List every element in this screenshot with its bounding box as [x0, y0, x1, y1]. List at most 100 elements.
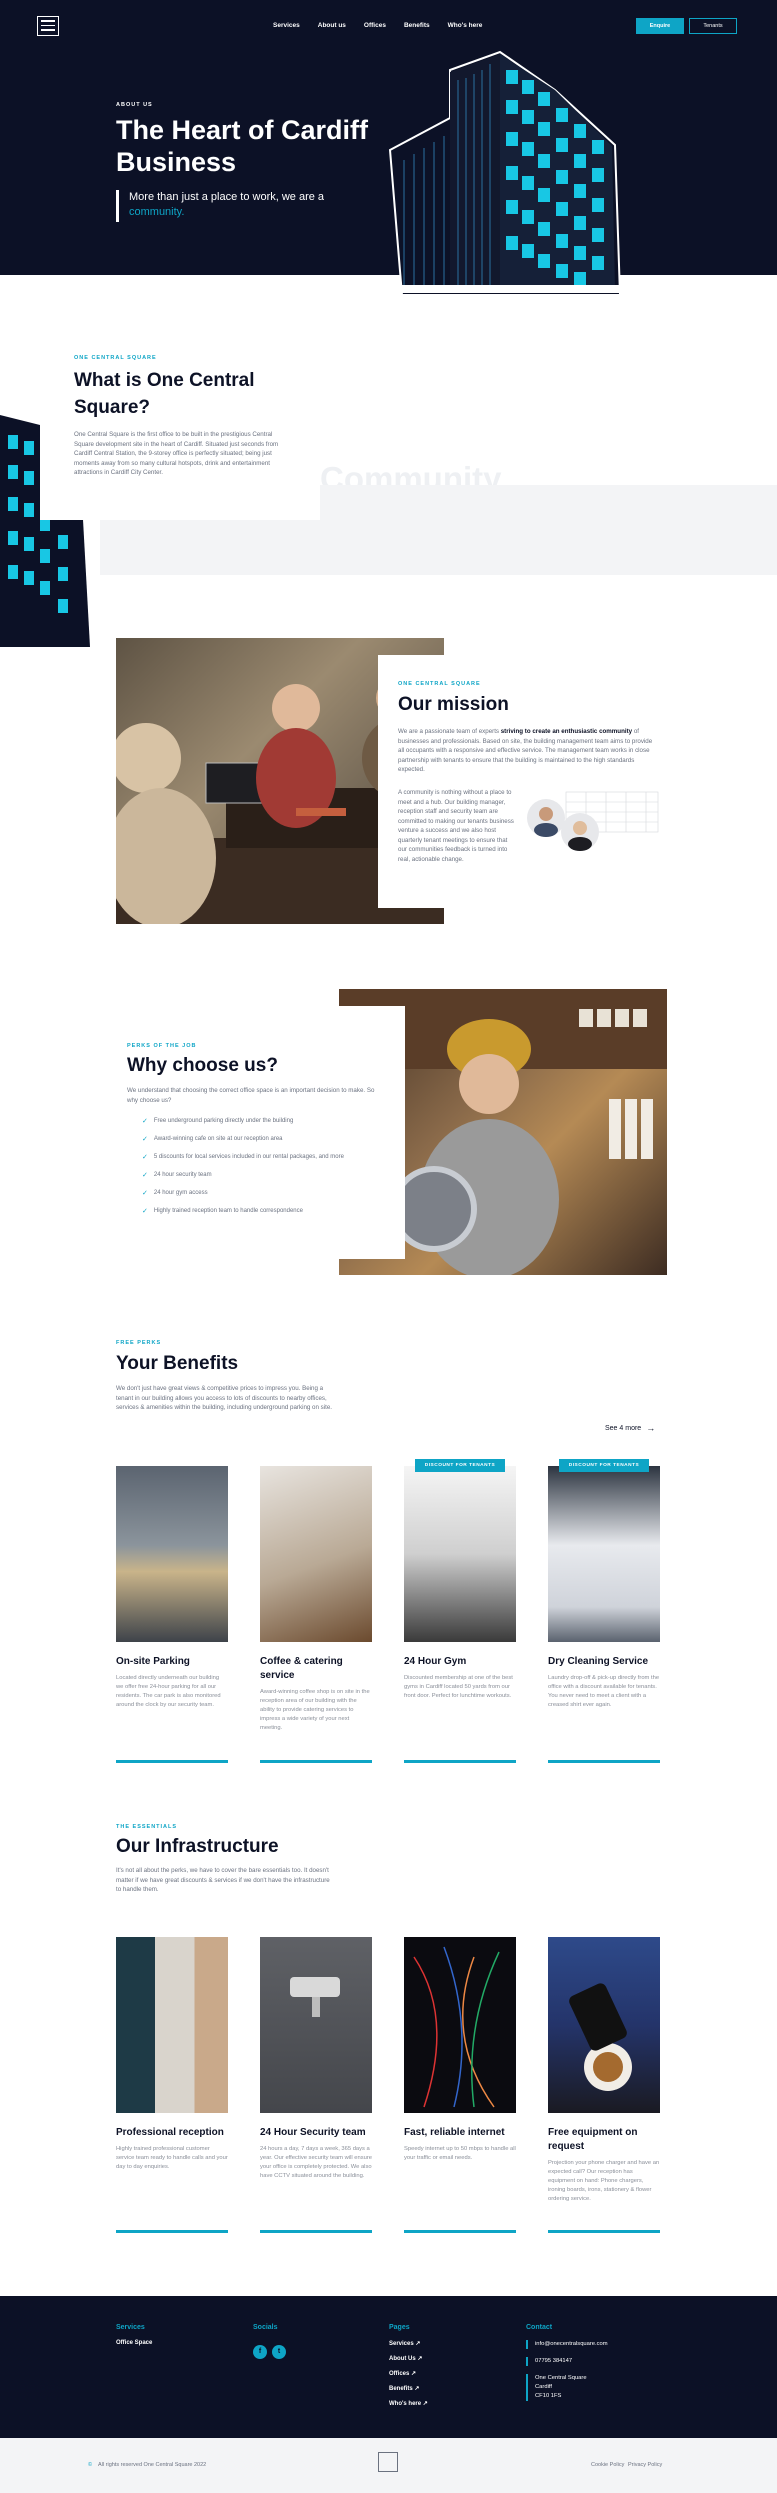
- see-all-link[interactable]: See 4 more →: [605, 1423, 655, 1433]
- see-all-label: See 4 more: [605, 1424, 642, 1432]
- check-icon: ✓: [142, 1136, 148, 1143]
- enquire-button[interactable]: Enquire: [636, 18, 684, 34]
- arrow-right-icon: →: [646, 1423, 656, 1433]
- infra-card-equipment[interactable]: Free equipment on request Projection you…: [548, 1937, 660, 2233]
- why-title: Why choose us?: [127, 1055, 278, 1076]
- nav-about-us[interactable]: About us: [318, 22, 346, 29]
- benefit-title: 24 Hour Gym: [404, 1656, 467, 1667]
- footer-contact: Contact info@onecentralsquare.com 07795 …: [526, 2324, 608, 2409]
- benefits-eyebrow: FREE PERKS: [116, 1340, 162, 1346]
- footer-logo[interactable]: [378, 2452, 398, 2472]
- card-accent-bar: [404, 2230, 516, 2233]
- discount-badge: DISCOUNT FOR TENANTS: [559, 1459, 649, 1472]
- what-eyebrow: ONE CENTRAL SQUARE: [74, 355, 157, 361]
- benefit-desc: Laundry drop-off & pick-up directly from…: [548, 1675, 660, 1708]
- infra-title-text: 24 Hour Security team: [260, 2127, 366, 2138]
- twitter-icon[interactable]: t: [272, 2345, 286, 2359]
- infra-desc: Speedy internet up to 50 mbps to handle …: [404, 2146, 516, 2161]
- team-avatars: [527, 791, 659, 851]
- infra-title-text: Fast, reliable internet: [404, 2127, 505, 2138]
- infra-desc: Highly trained professional customer ser…: [116, 2146, 228, 2170]
- benefit-card-gym[interactable]: DISCOUNT FOR TENANTS 24 Hour Gym Discoun…: [404, 1459, 516, 1763]
- footer-link[interactable]: About Us ↗: [389, 2355, 428, 2370]
- footer-link[interactable]: Who's here ↗: [389, 2400, 428, 2415]
- footer-services: Services Office Space: [116, 2324, 152, 2355]
- infra-eyebrow: THE ESSENTIALS: [116, 1824, 178, 1830]
- infra-title-text: Professional reception: [116, 2127, 224, 2138]
- benefit-desc: Located directly underneath our building…: [116, 1675, 221, 1708]
- contact-address: One Central Square Cardiff CF10 1FS: [526, 2374, 608, 2401]
- infra-desc: 24 hours a day, 7 days a week, 365 days …: [260, 2146, 373, 2179]
- footer-link[interactable]: Benefits ↗: [389, 2385, 428, 2400]
- check-icon: ✓: [142, 1208, 148, 1215]
- card-accent-bar: [548, 1760, 660, 1763]
- nav-benefits[interactable]: Benefits: [404, 22, 430, 29]
- card-accent-bar: [260, 1760, 372, 1763]
- what-body: One Central Square is the first office t…: [74, 431, 279, 476]
- list-item: ✓ Highly trained reception team to handle…: [142, 1208, 303, 1215]
- benefit-title: Dry Cleaning Service: [548, 1656, 649, 1667]
- mission-paragraph-2: A community is nothing without a place t…: [398, 789, 514, 863]
- hero-subtitle-text: More than just a place to work, we are a: [129, 191, 325, 203]
- infra-card-reception[interactable]: Professional reception Highly trained pr…: [116, 1937, 228, 2233]
- card-accent-bar: [404, 1760, 516, 1763]
- footer: Services Office Space Socials ft Pages S…: [0, 2296, 777, 2438]
- facebook-icon[interactable]: f: [253, 2345, 267, 2359]
- mission-paragraph-1: We are a passionate team of experts stri…: [398, 727, 656, 775]
- main-nav: Services About us Offices Benefits Who's…: [273, 22, 482, 29]
- hero-title: The Heart of Cardiff Business: [116, 115, 369, 177]
- network-cables-photo: [404, 1937, 516, 2113]
- why-list: ✓ Free underground parking directly under…: [142, 1118, 344, 1226]
- card-accent-bar: [260, 2230, 372, 2233]
- footer-link[interactable]: Office Space: [116, 2340, 152, 2355]
- benefit-card-parking[interactable]: On-site Parking Located directly underne…: [116, 1466, 228, 1763]
- equipment-photo: [548, 1937, 660, 2113]
- footer-pages: Pages Services ↗ About Us ↗ Offices ↗ Be…: [389, 2324, 428, 2415]
- contact-phone[interactable]: 07795 384147: [526, 2357, 608, 2366]
- nav-services[interactable]: Services: [273, 22, 300, 29]
- privacy-policy-link[interactable]: Privacy Policy: [628, 2462, 662, 2468]
- reception-photo: [116, 1937, 228, 2113]
- why-card: PERKS OF THE JOB Why choose us? We under…: [110, 1006, 405, 1259]
- footer-link[interactable]: Offices ↗: [389, 2370, 428, 2385]
- list-item: ✓ Free underground parking directly under…: [142, 1118, 294, 1125]
- infra-card-internet[interactable]: Fast, reliable internet Speedy internet …: [404, 1937, 516, 2233]
- footer-link[interactable]: Services ↗: [389, 2340, 428, 2355]
- infra-title: Our Infrastructure: [116, 1836, 279, 1857]
- mission-p1-start: We are a passionate team of experts: [398, 728, 501, 735]
- list-item: ✓ 24 hour gym access: [142, 1190, 208, 1197]
- bottom-bar: © All rights reserved One Central Square…: [0, 2438, 777, 2493]
- mission-title: Our mission: [398, 694, 509, 715]
- footer-socials: Socials ft: [253, 2324, 291, 2359]
- check-icon: ✓: [142, 1154, 148, 1161]
- check-icon: ✓: [142, 1172, 148, 1179]
- contact-email[interactable]: info@onecentralsquare.com: [526, 2340, 608, 2349]
- benefit-card-coffee[interactable]: Coffee & catering service Award-winning …: [260, 1466, 372, 1763]
- nav-whos-here[interactable]: Who's here: [448, 22, 483, 29]
- cookie-policy-link[interactable]: Cookie Policy: [591, 2462, 624, 2468]
- parking-photo: [116, 1466, 228, 1642]
- infra-body: It's not all about the perks, we have to…: [116, 1867, 330, 1893]
- infra-card-security[interactable]: 24 Hour Security team 24 hours a day, 7 …: [260, 1937, 373, 2233]
- copyright-text: All rights reserved One Central Square 2…: [98, 2462, 207, 2468]
- benefit-title: On-site Parking: [116, 1656, 190, 1667]
- footer-heading: Pages: [389, 2324, 410, 2331]
- benefit-desc: Award-winning coffee shop is on site in …: [260, 1689, 370, 1731]
- discount-badge: DISCOUNT FOR TENANTS: [415, 1459, 505, 1472]
- site-logo[interactable]: [37, 16, 59, 36]
- security-camera-photo: [260, 1937, 372, 2113]
- benefit-desc: Discounted membership at one of the best…: [404, 1675, 513, 1699]
- footer-heading: Services: [116, 2324, 145, 2331]
- check-icon: ✓: [142, 1190, 148, 1197]
- hero-subtitle-accent: community.: [129, 206, 185, 218]
- infra-desc: Projection your phone charger and have a…: [548, 2160, 660, 2202]
- card-accent-bar: [116, 2230, 228, 2233]
- dry-cleaning-photo: [548, 1466, 660, 1642]
- nav-offices[interactable]: Offices: [364, 22, 386, 29]
- copyright-icon: ©: [88, 2462, 93, 2468]
- what-is-card: ONE CENTRAL SQUARE What is One Central S…: [40, 345, 320, 520]
- tenants-button[interactable]: Tenants: [689, 18, 737, 34]
- mission-p1-highlight: striving to create an enthusiastic commu…: [500, 728, 633, 735]
- benefit-card-dry-cleaning[interactable]: DISCOUNT FOR TENANTS Dry Cleaning Servic…: [548, 1459, 660, 1763]
- hero-subtitle: More than just a place to work, we are a…: [116, 190, 336, 222]
